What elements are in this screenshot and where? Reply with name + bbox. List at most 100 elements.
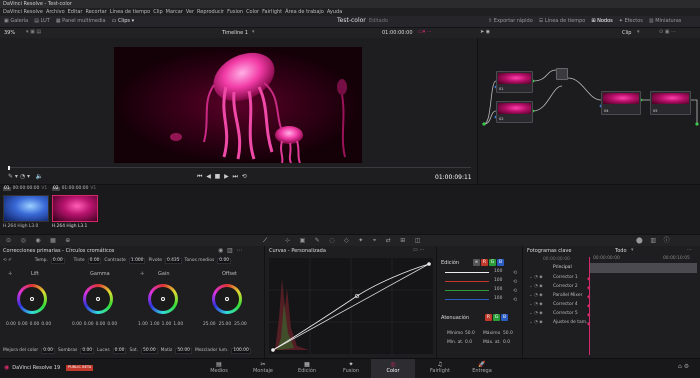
chevron-down-icon[interactable]: ▾	[637, 30, 640, 35]
scrubber-track[interactable]	[8, 167, 471, 168]
picker-icon[interactable]: ✛	[140, 272, 144, 277]
gain-wheel[interactable]	[148, 284, 178, 314]
clip-thumbnail-02[interactable]	[52, 195, 98, 222]
offset-g-value[interactable]: 25.00	[219, 322, 232, 327]
b-slider[interactable]	[445, 299, 489, 300]
max-atten-value[interactable]: 0.0	[503, 340, 510, 345]
home-icon[interactable]: ⌂ ⚙	[678, 364, 689, 370]
menu-item[interactable]: Marcar	[166, 9, 183, 15]
curve-graph[interactable]	[269, 258, 433, 354]
timeline-button[interactable]: ☰ Línea de tiempo	[539, 19, 586, 24]
media-pool-button[interactable]: ▦ Panel multimedia	[56, 19, 106, 24]
kf-row-icons[interactable]: ⌄ ◔ ◆	[529, 275, 543, 280]
menu-item[interactable]: Línea de tiempo	[110, 9, 150, 15]
menu-item[interactable]: Color	[246, 9, 259, 15]
page-media[interactable]: ▤ Medios	[194, 359, 244, 378]
contrast-input[interactable]: 1.000	[128, 258, 146, 265]
keyframe-markers[interactable]: ◆ ◆ ◆ ◆ ◆ ◆	[587, 275, 590, 329]
playback-controls-icon[interactable]: ⏮ ◀ ■ ▶ ⏭ ⟲	[197, 174, 247, 180]
lum-mix-input[interactable]: 100.00	[231, 348, 251, 355]
r-slider[interactable]	[445, 281, 489, 282]
menu-item[interactable]: Archivo	[46, 9, 65, 15]
max-value[interactable]: 50.0	[503, 331, 513, 336]
page-fusion[interactable]: ✦ Fusion	[326, 359, 376, 378]
gain-r-value[interactable]: 1.00	[150, 322, 160, 327]
lut-button[interactable]: ▤ LUT	[34, 19, 50, 24]
tint-input[interactable]: 0.00	[87, 258, 102, 265]
thumbnails-button[interactable]: ▥ Miniaturas	[649, 19, 682, 24]
menu-item[interactable]: Clip	[153, 9, 162, 15]
menu-item[interactable]: DaVinci Resolve	[3, 9, 43, 15]
chevron-down-icon[interactable]: ▾	[631, 248, 634, 253]
pointer-icon[interactable]: ➤ ◉	[480, 30, 490, 35]
hue-input[interactable]: 50.00	[175, 348, 192, 355]
color-boost-input[interactable]: 0.00	[41, 348, 55, 355]
offset-b-value[interactable]: 25.00	[234, 322, 247, 327]
r-value[interactable]: 100	[494, 278, 502, 283]
reset-icon[interactable]: ⟲ ✐	[3, 258, 12, 263]
clips-button[interactable]: ▭ Clips ▾	[112, 19, 135, 24]
gamma-y-value[interactable]: 0.00	[72, 322, 82, 327]
menu-item[interactable]: Reproducir	[197, 9, 224, 15]
kf-row-icons[interactable]: ⌄ ◔ ◆	[529, 311, 543, 316]
gain-g-value[interactable]: 1.00	[162, 322, 172, 327]
panel-options-icon[interactable]: ◉ ▥ ⋯	[218, 248, 243, 254]
node-01[interactable]: 01	[496, 71, 533, 93]
node-tools-icon[interactable]: ⊙ ▣ ⋯	[659, 30, 676, 35]
lift-wheel[interactable]	[17, 284, 47, 314]
saturation-input[interactable]: 50.00	[141, 348, 158, 355]
page-edit[interactable]: ▦ Edición	[282, 359, 332, 378]
view-options-icon[interactable]: ▾ ▣ ▤	[26, 30, 41, 35]
viewer-tools-icon[interactable]: ✎ ▾ ◔ ▾ 🔈	[8, 174, 43, 180]
link-icon[interactable]: ∞	[473, 259, 480, 266]
g-slider[interactable]	[445, 290, 489, 291]
chevron-down-icon[interactable]: ▾	[252, 30, 255, 35]
menu-item[interactable]: Ver	[186, 9, 194, 15]
page-cut[interactable]: ✂ Montaje	[238, 359, 288, 378]
page-color[interactable]: ◎ Color	[371, 359, 415, 378]
node-02[interactable]: 02	[496, 101, 533, 123]
page-deliver[interactable]: 🚀 Entrega	[457, 359, 507, 378]
reset-icon[interactable]: ⟲ ⟲ ⟲ ⟲	[513, 269, 517, 305]
keyframe-master-track[interactable]	[589, 263, 697, 273]
highlights-input[interactable]: 0.00	[112, 348, 127, 355]
camera-raw-icon[interactable]: ⊙ ◎ ◉ ▦ ⊕	[6, 238, 70, 244]
menu-item[interactable]: Área de trabajo	[285, 9, 324, 15]
offset-wheel[interactable]	[212, 284, 242, 314]
menu-item[interactable]: Fusion	[227, 9, 243, 15]
gain-b-value[interactable]: 1.00	[173, 322, 183, 327]
curve-options-icon[interactable]: ▭ ⋯	[413, 248, 424, 253]
gamma-b-value[interactable]: 0.00	[107, 322, 117, 327]
clip-thumbnail-01[interactable]	[3, 195, 49, 222]
gamma-r-value[interactable]: 0.00	[84, 322, 94, 327]
parallel-mixer-node[interactable]	[556, 68, 568, 80]
nodes-button[interactable]: ⊞ Nodos	[591, 19, 612, 24]
node-editor[interactable]: 01 02 04 05	[477, 38, 700, 184]
viewer-options-icon[interactable]: ▭▾ ⋯	[418, 30, 432, 35]
timeline-select[interactable]: Timeline 1	[222, 31, 248, 36]
lift-r-value[interactable]: 0.00	[18, 322, 28, 327]
menu-item[interactable]: Recortar	[85, 9, 106, 15]
secondary-tools-icon[interactable]: ⊹ ▣ ✎ ◌ ◇ ✦ ⌖ ⇄ ⊞ ◫	[285, 238, 421, 244]
red-channel-toggle[interactable]: R	[481, 259, 488, 266]
playhead[interactable]	[8, 166, 10, 170]
b-value[interactable]: 100	[494, 296, 502, 301]
min-value[interactable]: 50.0	[465, 331, 475, 336]
kf-row-icons[interactable]: ⌄ ◔ ◆	[529, 320, 543, 325]
effects-button[interactable]: ✦ Efectos	[619, 19, 643, 24]
kf-row-icons[interactable]: ⌄ ◔ ◆	[529, 284, 543, 289]
node-04[interactable]: 04	[601, 91, 641, 115]
shadows-input[interactable]: 0.00	[80, 348, 95, 355]
pivot-input[interactable]: 0.435	[164, 258, 182, 265]
clip-mode-select[interactable]: Clip	[622, 31, 631, 36]
menu-item[interactable]: Fairlight	[262, 9, 282, 15]
gamma-g-value[interactable]: 0.00	[96, 322, 106, 327]
blue-channel-toggle[interactable]: B	[497, 259, 504, 266]
scopes-icon[interactable]: ⬤ ▥ ⓘ	[636, 238, 670, 244]
video-frame[interactable]	[114, 47, 362, 163]
quick-export-button[interactable]: ⇪ Exportar rápido	[488, 19, 533, 24]
menu-item[interactable]: Editar	[68, 9, 83, 15]
lift-y-value[interactable]: 0.00	[6, 322, 16, 327]
lift-b-value[interactable]: 0.00	[41, 322, 51, 327]
kf-row-icons[interactable]: ⌄ ◔ ◆	[529, 293, 543, 298]
